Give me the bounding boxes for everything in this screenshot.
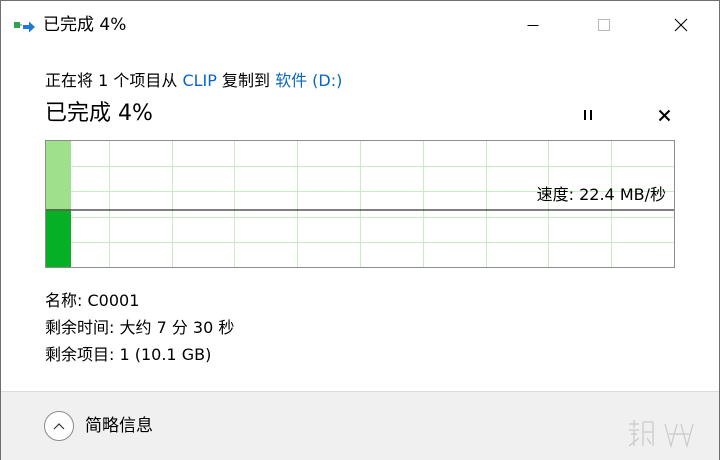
copy-middle-text: 复制到	[216, 71, 276, 90]
chevron-up-icon	[53, 423, 65, 430]
dialog-footer: 简略信息	[1, 391, 719, 460]
minimize-icon	[527, 25, 539, 26]
file-copy-icon	[14, 19, 36, 33]
cancel-copy-button[interactable]	[651, 102, 677, 128]
copy-dialog-window: 已完成 4% 正在将 1 个项目从 CLIP 复制到 软件 (D:) 已完成 4…	[0, 0, 720, 460]
close-icon	[674, 18, 688, 32]
window-title: 已完成 4%	[43, 15, 127, 35]
pause-button[interactable]	[575, 102, 601, 128]
stop-icon	[658, 109, 670, 121]
source-folder-link[interactable]: CLIP	[182, 71, 216, 90]
collapse-details-button[interactable]	[44, 411, 74, 441]
pause-icon	[584, 110, 592, 120]
close-window-button[interactable]	[658, 1, 704, 49]
file-name-row: 名称: C0001	[45, 291, 140, 310]
transfer-speed-graph: 速度: 22.4 MB/秒	[45, 140, 675, 268]
copy-description: 正在将 1 个项目从 CLIP 复制到 软件 (D:)	[45, 69, 342, 93]
title-bar: 已完成 4%	[1, 1, 719, 49]
speed-label: 速度: 22.4 MB/秒	[536, 185, 666, 204]
items-remaining-row: 剩余项目: 1 (10.1 GB)	[45, 345, 212, 364]
maximize-button[interactable]	[581, 1, 627, 49]
copy-details: 名称: C0001 剩余时间: 大约 7 分 30 秒 剩余项目: 1 (10.…	[45, 287, 234, 368]
maximize-icon	[598, 19, 610, 31]
copy-prefix-text: 正在将 1 个项目从	[45, 71, 183, 90]
time-remaining-row: 剩余时间: 大约 7 分 30 秒	[45, 318, 235, 337]
watermark-logo	[625, 416, 707, 452]
minimize-button[interactable]	[510, 1, 556, 49]
destination-folder-link[interactable]: 软件 (D:)	[275, 71, 342, 90]
speed-bar	[46, 211, 71, 267]
collapse-details-label[interactable]: 简略信息	[85, 414, 153, 438]
progress-heading: 已完成 4%	[45, 101, 153, 126]
